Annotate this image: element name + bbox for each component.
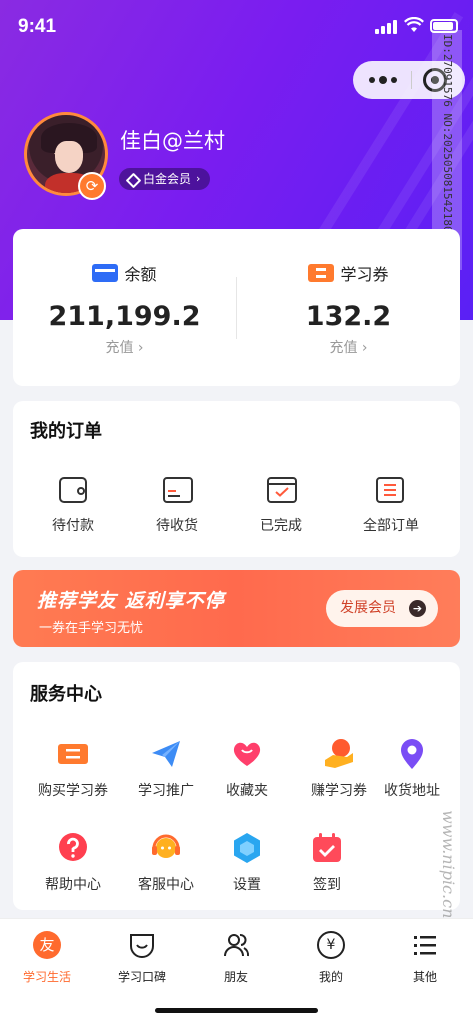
orders-card: 我的订单 待付款 待收货 已完成 全部订单 (13, 401, 460, 557)
voucher-value: 132.2 (305, 301, 392, 332)
orders-title: 我的订单 (30, 421, 102, 442)
ticket-icon (308, 264, 335, 282)
service-label: 签到 (313, 877, 341, 893)
wallet-icon (59, 477, 87, 503)
order-item-label: 已完成 (260, 518, 302, 534)
balance-title: 余额 (124, 265, 157, 284)
tab-mine[interactable]: ¥ 我的 (284, 927, 378, 987)
service-label: 收货地址 (384, 783, 440, 799)
voucher-column[interactable]: 学习券 132.2 充值 › (237, 229, 460, 386)
promo-subtitle: 一券在手学习无忧 (39, 621, 144, 636)
paper-plane-icon (152, 741, 180, 767)
service-label: 购买学习券 (38, 783, 108, 799)
cellular-signal-icon (375, 20, 399, 34)
home-indicator (155, 1008, 318, 1013)
referral-banner[interactable]: 推荐学友 返利享不停 一券在手学习无忧 发展会员 ➔ (13, 570, 460, 647)
recharge-balance-link[interactable]: 充值 › (13, 337, 236, 357)
headset-icon (152, 834, 180, 858)
services-title: 服务中心 (30, 684, 102, 705)
friends-icon (224, 934, 250, 957)
service-label: 设置 (233, 877, 261, 893)
order-item-label: 全部订单 (363, 518, 419, 534)
friend-circle-icon: 友 (33, 931, 61, 959)
balance-column[interactable]: 余额 211,199.2 充值 › (13, 229, 236, 386)
more-icon[interactable] (369, 72, 397, 88)
list-icon (376, 477, 404, 503)
service-label: 学习推广 (138, 783, 194, 799)
yen-circle-icon: ¥ (317, 931, 345, 959)
promo-title: 推荐学友 返利享不停 (37, 590, 225, 612)
develop-member-button[interactable]: 发展会员 ➔ (326, 590, 438, 627)
order-item-label: 待收货 (156, 518, 198, 534)
ticket-icon (58, 744, 88, 764)
tab-label: 学习生活 (22, 970, 71, 984)
username: 佳白@兰村 (120, 129, 225, 153)
chevron-right-icon: › (196, 172, 201, 185)
tab-other[interactable]: 其他 (378, 927, 472, 987)
status-time: 9:41 (18, 16, 57, 37)
question-icon (59, 833, 87, 861)
tab-study-life[interactable]: 友 学习生活 (0, 927, 94, 987)
location-pin-icon (401, 739, 423, 769)
smile-icon (130, 934, 154, 958)
services-card: 服务中心 购买学习券 学习推广 收藏夹 赚学习券 收货地址 帮助中心 客服中心 … (13, 662, 460, 910)
tab-label: 学习口碑 (117, 970, 166, 984)
wifi-icon (404, 17, 424, 32)
calendar-check-icon (313, 833, 341, 862)
delivery-box-icon (163, 477, 193, 503)
menu-list-icon (414, 936, 436, 955)
check-box-icon (267, 477, 297, 503)
balance-value: 211,199.2 (48, 301, 201, 332)
service-label: 客服中心 (138, 877, 194, 893)
earn-ticket-icon (325, 739, 353, 768)
arrow-right-icon: ➔ (409, 600, 426, 617)
hexagon-settings-icon (234, 833, 260, 863)
tab-study-reviews[interactable]: 学习口碑 (95, 927, 189, 987)
order-item-label: 待付款 (52, 518, 94, 534)
tab-label: 朋友 (223, 970, 248, 984)
tab-friends[interactable]: 朋友 (189, 927, 283, 987)
member-badge-label: 白金会员 (143, 172, 192, 186)
switch-account-icon[interactable]: ⟳ (78, 172, 106, 200)
voucher-title: 学习券 (340, 265, 389, 284)
service-label: 收藏夹 (226, 783, 268, 799)
wallet-card-icon (92, 264, 119, 282)
capsule-divider (411, 71, 412, 89)
balance-card: 余额 211,199.2 充值 › 学习券 132.2 充值 › (13, 229, 460, 386)
tab-label: 我的 (318, 970, 343, 984)
tab-label: 其他 (412, 970, 437, 984)
member-badge[interactable]: 白金会员 › (119, 168, 211, 190)
status-bar: 9:41 (0, 0, 473, 48)
diamond-icon (127, 174, 137, 184)
recharge-voucher-link[interactable]: 充值 › (237, 337, 460, 357)
heart-icon (233, 742, 261, 766)
develop-member-label: 发展会员 (340, 600, 396, 616)
service-label: 帮助中心 (45, 877, 101, 893)
